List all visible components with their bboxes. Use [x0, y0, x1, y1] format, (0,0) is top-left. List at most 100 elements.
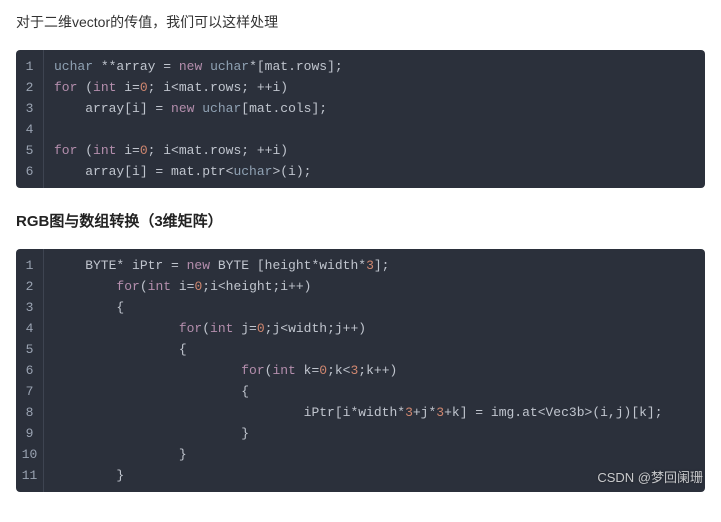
code-token: ];: [374, 258, 390, 273]
code-line: }: [44, 423, 249, 444]
line-number: 3: [16, 297, 44, 318]
code-line: iPtr[i*width*3+j*3+k] = img.at<Vec3b>(i,…: [44, 402, 663, 423]
code-token: k=: [296, 363, 319, 378]
code-row: 2 for(int i=0;i<height;i++): [16, 276, 705, 297]
code-token: for: [179, 321, 202, 336]
code-token: *[mat.rows];: [249, 59, 343, 74]
code-token: ;i<height;i++): [202, 279, 311, 294]
code-token: uchar: [54, 59, 93, 74]
code-line: {: [44, 297, 124, 318]
code-token: for: [54, 80, 77, 95]
code-row: 4: [16, 119, 705, 140]
code-token: uchar: [202, 101, 241, 116]
code-token: ; i<mat.rows; ++i): [148, 143, 288, 158]
code-token: i=: [171, 279, 194, 294]
code-token: for: [54, 143, 77, 158]
line-number: 9: [16, 423, 44, 444]
code-row: 6 for(int k=0;k<3;k++): [16, 360, 705, 381]
code-token: for: [241, 363, 264, 378]
line-number: 7: [16, 381, 44, 402]
code-token: +k] = img.at<Vec3b>(i,j)[k];: [444, 405, 662, 420]
line-number: 4: [16, 318, 44, 339]
code-row: 1uchar **array = new uchar*[mat.rows];: [16, 50, 705, 77]
code-token: i=: [116, 143, 139, 158]
code-token: (: [202, 321, 210, 336]
code-token: ;k<: [327, 363, 350, 378]
code-row: 10 }: [16, 444, 705, 465]
line-number: 11: [16, 465, 44, 492]
code-token: [202, 59, 210, 74]
line-number: 10: [16, 444, 44, 465]
line-number: 2: [16, 77, 44, 98]
code-token: new: [171, 101, 194, 116]
code-row: 1 BYTE* iPtr = new BYTE [height*width*3]…: [16, 249, 705, 276]
line-number: 1: [16, 50, 44, 77]
code-line: for (int i=0; i<mat.rows; ++i): [44, 77, 288, 98]
code-line: for(int k=0;k<3;k++): [44, 360, 397, 381]
code-token: >(i);: [272, 164, 311, 179]
code-token: [54, 363, 241, 378]
code-token: j=: [233, 321, 256, 336]
code-token: {: [54, 300, 124, 315]
code-token: **array =: [93, 59, 179, 74]
code-token: +j*: [413, 405, 436, 420]
code-token: 0: [257, 321, 265, 336]
code-token: int: [210, 321, 233, 336]
code-token: new: [187, 258, 210, 273]
code-token: [54, 122, 62, 137]
code-token: uchar: [210, 59, 249, 74]
code-row: 7 {: [16, 381, 705, 402]
line-number: 8: [16, 402, 44, 423]
line-number: 2: [16, 276, 44, 297]
code-token: i=: [116, 80, 139, 95]
code-row: 8 iPtr[i*width*3+j*3+k] = img.at<Vec3b>(…: [16, 402, 705, 423]
code-token: int: [148, 279, 171, 294]
code-line: [44, 119, 62, 140]
line-number: 1: [16, 249, 44, 276]
code-token: (: [77, 143, 93, 158]
code-token: }: [54, 426, 249, 441]
code-line: array[i] = new uchar[mat.cols];: [44, 98, 327, 119]
code-line: {: [44, 381, 249, 402]
code-token: ;k++): [358, 363, 397, 378]
code-token: ; i<mat.rows; ++i): [148, 80, 288, 95]
code-token: ;j<width;j++): [265, 321, 366, 336]
code-token: {: [54, 384, 249, 399]
code-line: }: [44, 444, 187, 465]
section-heading: RGB图与数组转换（3维矩阵）: [16, 210, 705, 231]
code-token: 0: [319, 363, 327, 378]
code-row: 6 array[i] = mat.ptr<uchar>(i);: [16, 161, 705, 188]
code-token: iPtr[i*width*: [54, 405, 405, 420]
line-number: 6: [16, 360, 44, 381]
code-token: 3: [405, 405, 413, 420]
code-token: [mat.cols];: [241, 101, 327, 116]
code-token: }: [54, 468, 124, 483]
code-line: array[i] = mat.ptr<uchar>(i);: [44, 161, 311, 188]
code-row: 4 for(int j=0;j<width;j++): [16, 318, 705, 339]
code-line: }: [44, 465, 124, 492]
code-token: 0: [140, 143, 148, 158]
code-token: int: [272, 363, 295, 378]
code-token: int: [93, 143, 116, 158]
code-token: (: [140, 279, 148, 294]
code-token: array[i] = mat.ptr<: [54, 164, 233, 179]
code-token: for: [116, 279, 139, 294]
code-row: 11 }: [16, 465, 705, 492]
code-token: {: [54, 342, 187, 357]
code-line: uchar **array = new uchar*[mat.rows];: [44, 50, 343, 77]
code-token: 3: [366, 258, 374, 273]
code-line: for(int i=0;i<height;i++): [44, 276, 311, 297]
code-line: BYTE* iPtr = new BYTE [height*width*3];: [44, 249, 389, 276]
code-token: 3: [436, 405, 444, 420]
code-row: 3 array[i] = new uchar[mat.cols];: [16, 98, 705, 119]
code-token: [54, 321, 179, 336]
code-line: {: [44, 339, 187, 360]
code-row: 9 }: [16, 423, 705, 444]
code-token: uchar: [233, 164, 272, 179]
code-block-1: 1uchar **array = new uchar*[mat.rows];2f…: [16, 50, 705, 188]
code-row: 2for (int i=0; i<mat.rows; ++i): [16, 77, 705, 98]
line-number: 4: [16, 119, 44, 140]
intro-paragraph: 对于二维vector的传值，我们可以这样处理: [16, 12, 705, 32]
code-token: 0: [140, 80, 148, 95]
code-line: for (int i=0; i<mat.rows; ++i): [44, 140, 288, 161]
